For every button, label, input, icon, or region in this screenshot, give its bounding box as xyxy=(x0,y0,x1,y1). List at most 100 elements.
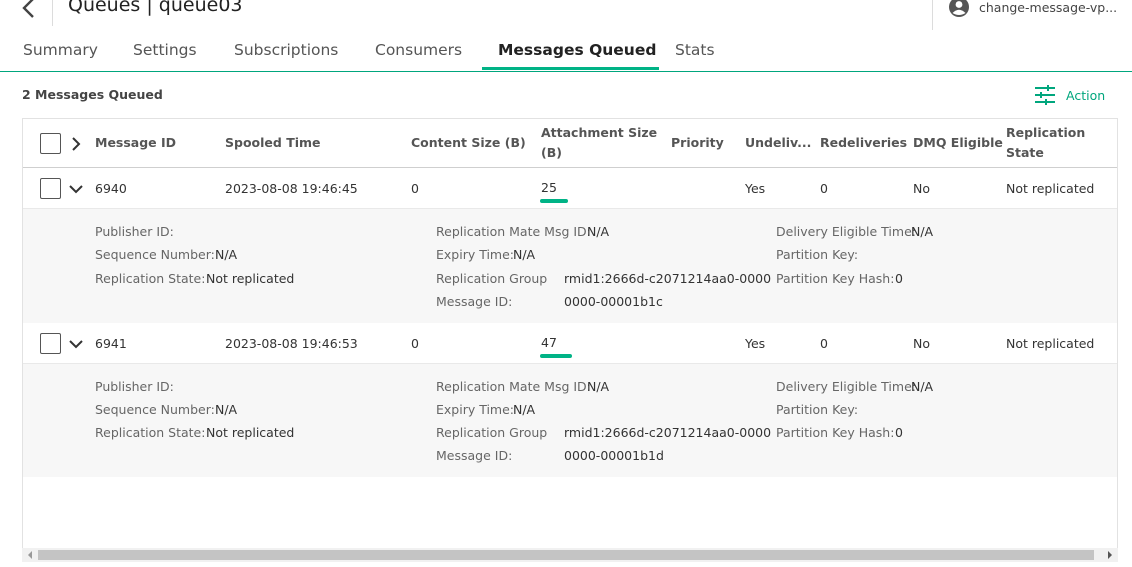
cell-message-id: 6941 xyxy=(95,336,127,351)
tab-subscriptions[interactable]: Subscriptions xyxy=(234,41,338,59)
messages-table: Message ID Spooled Time Content Size (B)… xyxy=(22,118,1118,548)
tab-messages-queued[interactable]: Messages Queued xyxy=(498,41,656,59)
col-replication-state[interactable]: Replication State xyxy=(1006,123,1085,163)
tab-bar: Summary Settings Subscriptions Consumers… xyxy=(0,30,1132,72)
col-replication-state-line1: Replication xyxy=(1006,125,1086,140)
detail-label-replication-group-msg-id: Message ID: xyxy=(436,294,513,309)
detail-label-replication-group: Replication Group xyxy=(436,425,548,440)
tab-summary[interactable]: Summary xyxy=(23,41,98,59)
col-content-size[interactable]: Content Size (B) xyxy=(411,133,526,153)
detail-value-partition-key-hash: 0 xyxy=(895,425,903,440)
page-title: Queues | queue03 xyxy=(68,0,243,16)
detail-value-replication-state: Not replicated xyxy=(206,425,295,440)
cell-message-id: 6940 xyxy=(95,181,127,196)
detail-label-partition-key: Partition Key: xyxy=(776,247,859,262)
detail-value-partition-key-hash: 0 xyxy=(895,271,903,286)
row-details: Publisher ID: Sequence Number: N/A Repli… xyxy=(23,364,1117,477)
cell-redeliveries: 0 xyxy=(820,181,828,196)
action-button[interactable]: Action xyxy=(1034,84,1105,106)
detail-label-expiry-time: Expiry Time: xyxy=(436,247,515,262)
cell-replication-state: Not replicated xyxy=(1006,336,1095,351)
user-circle-icon xyxy=(949,0,969,17)
col-dmq-eligible[interactable]: DMQ Eligible xyxy=(913,133,1003,153)
cell-content-size: 0 xyxy=(411,336,419,351)
detail-label-replication-mate-msg-id: Replication Mate Msg ID: xyxy=(436,379,591,394)
cell-dmq-eligible: No xyxy=(913,336,930,351)
sliders-icon xyxy=(1035,85,1055,105)
attachment-size-indicator xyxy=(540,354,572,358)
detail-value-delivery-eligible-time: N/A xyxy=(911,224,934,239)
detail-value-replication-group-msg-id: rmid1:2666d-c2071214aa0-0000 xyxy=(564,425,772,440)
active-tab-indicator xyxy=(482,67,659,70)
scroll-right-arrow-icon[interactable] xyxy=(1108,551,1112,559)
col-attachment-size-line1: Attachment Size xyxy=(541,125,658,140)
cell-content-size: 0 xyxy=(411,181,419,196)
row-details: Publisher ID: Sequence Number: N/A Repli… xyxy=(23,209,1117,323)
cell-attachment-size: 47 xyxy=(541,335,557,350)
cell-spooled-time: 2023-08-08 19:46:53 xyxy=(225,336,358,351)
chevron-right-icon[interactable] xyxy=(69,137,83,151)
col-attachment-size[interactable]: Attachment Size (B) xyxy=(541,123,657,163)
col-message-id[interactable]: Message ID xyxy=(95,133,176,153)
col-redeliveries[interactable]: Redeliveries xyxy=(820,133,907,153)
cell-undelivered: Yes xyxy=(745,181,766,196)
detail-label-replication-mate-msg-id: Replication Mate Msg ID: xyxy=(436,224,591,239)
select-all-checkbox[interactable] xyxy=(40,133,61,154)
messages-count: 2 Messages Queued xyxy=(22,87,163,102)
table-row[interactable]: 6940 2023-08-08 19:46:45 0 25 Yes 0 No N… xyxy=(23,168,1117,208)
account-menu[interactable]: change-message-vp... xyxy=(932,0,1132,30)
detail-value-replication-group-msg-id-cont: 0000-00001b1c xyxy=(564,294,663,309)
account-name: change-message-vp... xyxy=(979,0,1118,15)
detail-value-replication-group-msg-id-cont: 0000-00001b1d xyxy=(564,448,664,463)
cell-attachment-size: 25 xyxy=(541,180,557,195)
action-label: Action xyxy=(1066,87,1106,103)
detail-value-replication-mate-msg-id: N/A xyxy=(587,224,610,239)
detail-value-expiry-time: N/A xyxy=(513,402,536,417)
detail-label-expiry-time: Expiry Time: xyxy=(436,402,515,417)
detail-label-replication-group: Replication Group xyxy=(436,271,548,286)
header-divider xyxy=(52,0,53,26)
cell-spooled-time: 2023-08-08 19:46:45 xyxy=(225,181,358,196)
detail-label-partition-key-hash: Partition Key Hash: xyxy=(776,425,895,440)
detail-value-sequence-number: N/A xyxy=(215,402,238,417)
col-replication-state-line2: State xyxy=(1006,145,1044,160)
detail-value-replication-group-msg-id: rmid1:2666d-c2071214aa0-0000 xyxy=(564,271,772,286)
detail-label-replication-state: Replication State: xyxy=(95,271,206,286)
detail-label-partition-key: Partition Key: xyxy=(776,402,859,417)
detail-value-delivery-eligible-time: N/A xyxy=(911,379,934,394)
scrollbar-thumb[interactable] xyxy=(38,550,1094,560)
row-checkbox[interactable] xyxy=(40,178,61,199)
row-checkbox[interactable] xyxy=(40,333,61,354)
tab-stats[interactable]: Stats xyxy=(675,41,715,59)
detail-label-sequence-number: Sequence Number: xyxy=(95,247,215,262)
detail-label-publisher-id: Publisher ID: xyxy=(95,379,174,394)
chevron-down-icon[interactable] xyxy=(69,337,83,351)
detail-value-replication-state: Not replicated xyxy=(206,271,295,286)
detail-label-delivery-eligible-time: Delivery Eligible Time: xyxy=(776,224,916,239)
cell-replication-state: Not replicated xyxy=(1006,181,1095,196)
page-header: Queues | queue03 change-message-vp... xyxy=(0,0,1132,30)
detail-label-delivery-eligible-time: Delivery Eligible Time: xyxy=(776,379,916,394)
cell-dmq-eligible: No xyxy=(913,181,930,196)
detail-value-sequence-number: N/A xyxy=(215,247,238,262)
detail-value-replication-mate-msg-id: N/A xyxy=(587,379,610,394)
detail-label-sequence-number: Sequence Number: xyxy=(95,402,215,417)
table-row[interactable]: 6941 2023-08-08 19:46:53 0 47 Yes 0 No N… xyxy=(23,323,1117,363)
detail-label-publisher-id: Publisher ID: xyxy=(95,224,174,239)
cell-redeliveries: 0 xyxy=(820,336,828,351)
tab-consumers[interactable]: Consumers xyxy=(375,41,462,59)
detail-label-partition-key-hash: Partition Key Hash: xyxy=(776,271,895,286)
col-priority[interactable]: Priority xyxy=(671,133,724,153)
detail-value-expiry-time: N/A xyxy=(513,247,536,262)
chevron-left-icon xyxy=(22,0,34,18)
col-spooled-time[interactable]: Spooled Time xyxy=(225,133,321,153)
detail-label-replication-state: Replication State: xyxy=(95,425,206,440)
horizontal-scrollbar[interactable] xyxy=(22,548,1118,562)
attachment-size-indicator xyxy=(540,199,568,203)
col-undelivered[interactable]: Undeliv... xyxy=(745,133,811,153)
tab-settings[interactable]: Settings xyxy=(133,41,197,59)
chevron-down-icon[interactable] xyxy=(69,182,83,196)
scroll-left-arrow-icon[interactable] xyxy=(28,551,32,559)
cell-undelivered: Yes xyxy=(745,336,766,351)
back-button[interactable] xyxy=(14,0,44,22)
